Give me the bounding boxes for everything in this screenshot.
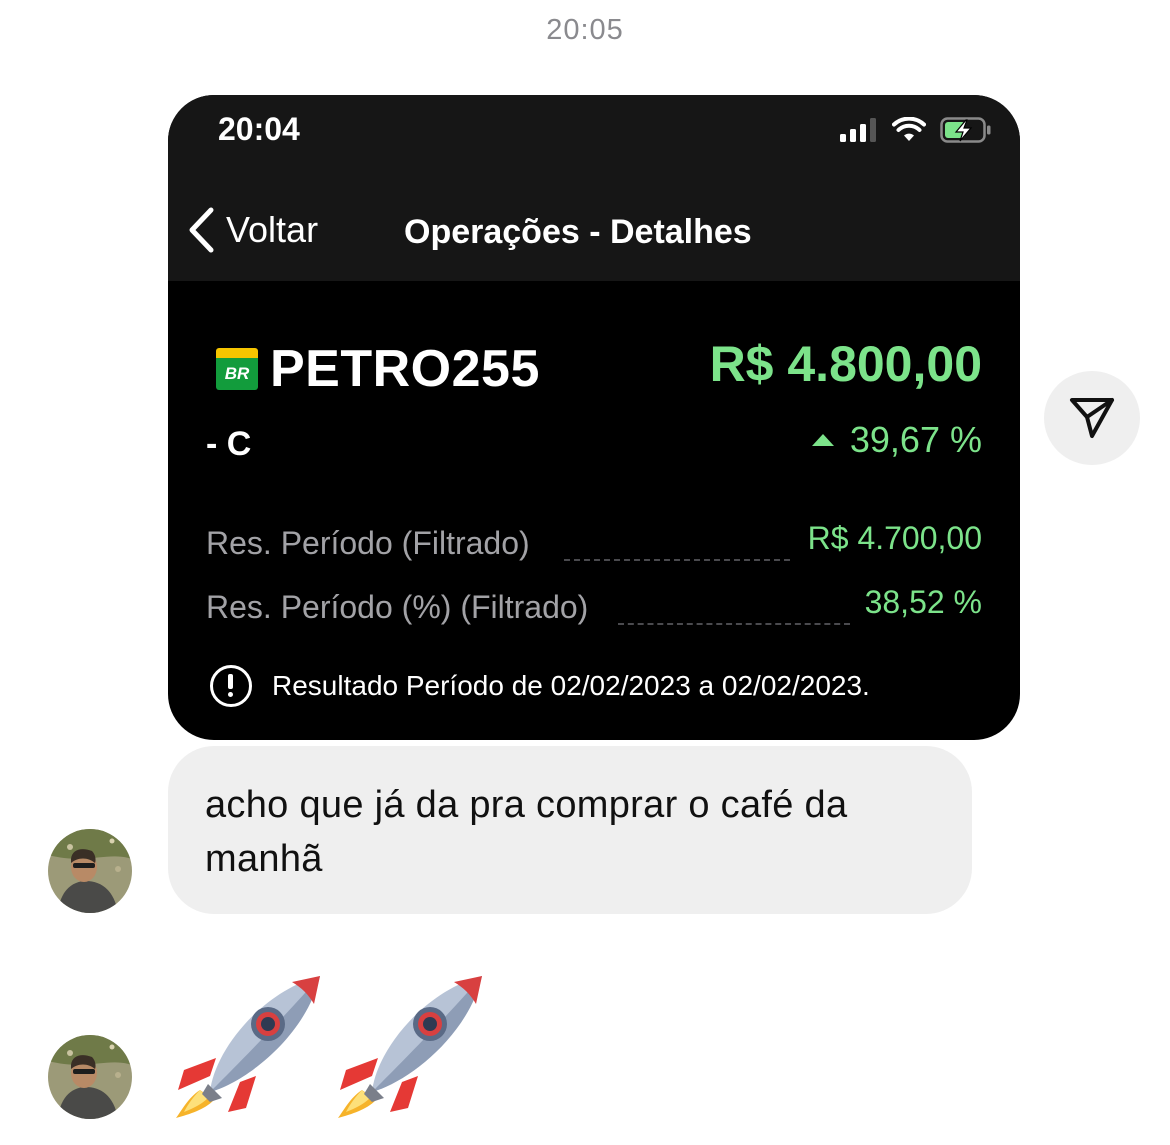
battery-charging-icon: [940, 117, 991, 143]
paper-plane-icon: [1070, 398, 1114, 438]
row-value: 38,52 %: [864, 584, 982, 620]
back-label: Voltar: [226, 209, 319, 250]
avatar[interactable]: [48, 1035, 132, 1119]
ticker-symbol: PETRO255: [270, 340, 540, 398]
rocket-emoji: [170, 972, 326, 1120]
nav-bar: Voltar Operações - Detalhes: [168, 185, 1020, 281]
result-row-filtered: Res. Período (Filtrado) R$ 4.700,00: [206, 520, 982, 565]
arrow-up-icon: [811, 434, 834, 446]
row-value: R$ 4.700,00: [807, 520, 982, 556]
result-row-percent: Res. Período (%) (Filtrado) 38,52 %: [206, 584, 982, 629]
message-text: acho que já da pra comprar o café da man…: [205, 784, 848, 880]
page-title: Operações - Detalhes: [404, 213, 752, 251]
dotted-leader: [618, 623, 850, 625]
status-time: 20:04: [218, 111, 300, 147]
period-info: Resultado Período de 02/02/2023 a 02/02/…: [210, 665, 870, 707]
chat-timestamp: 20:05: [546, 14, 624, 46]
back-button[interactable]: Voltar: [186, 207, 318, 253]
ticker-suffix: - C: [206, 425, 252, 463]
result-amount: R$ 4.800,00: [709, 336, 982, 392]
rocket-emoji: [332, 972, 488, 1120]
dotted-leader: [564, 559, 790, 561]
message-bubble[interactable]: acho que já da pra comprar o café da man…: [168, 746, 972, 914]
br-logo: BR: [216, 348, 258, 390]
share-button[interactable]: [1044, 371, 1140, 465]
status-bar: 20:04: [168, 95, 1020, 185]
wifi-icon: [892, 117, 926, 141]
chevron-left-icon: [189, 207, 214, 253]
row-label: Res. Período (Filtrado): [206, 525, 530, 561]
avatar[interactable]: [48, 829, 132, 913]
percent-value: 39,67 %: [849, 419, 982, 460]
signal-bars-icon: [840, 118, 876, 142]
shared-screenshot[interactable]: 20:04 Voltar Operações - Detalhes BR PET…: [168, 95, 1020, 740]
exclamation-circle-icon: [210, 665, 252, 707]
result-percent: 39,67 %: [811, 419, 982, 461]
period-info-text: Resultado Período de 02/02/2023 a 02/02/…: [272, 670, 870, 701]
row-label: Res. Período (%) (Filtrado): [206, 589, 589, 625]
